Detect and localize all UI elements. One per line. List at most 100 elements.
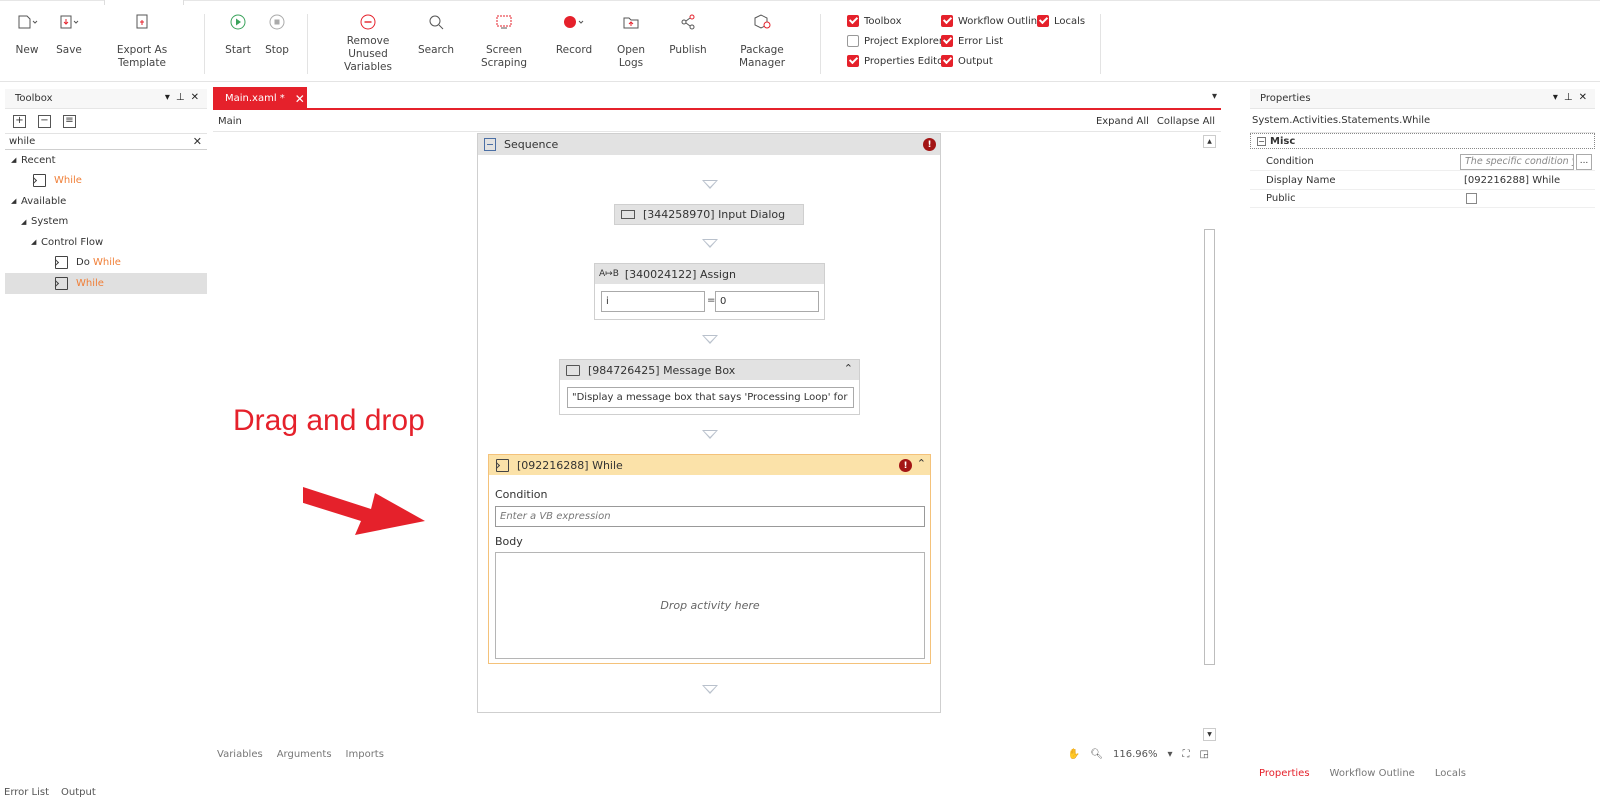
properties-editor-checkbox[interactable]: Properties Editor — [847, 54, 947, 68]
tree-node-available[interactable]: ◢ Available — [5, 191, 207, 212]
drop-zone-arrow-icon[interactable] — [702, 430, 718, 439]
tab-workflow-outline[interactable]: Workflow Outline — [1326, 766, 1419, 781]
error-icon[interactable]: ! — [899, 459, 912, 472]
assign-value-field[interactable]: 0 — [715, 291, 819, 312]
save-button[interactable]: Save — [54, 10, 84, 74]
close-tab-icon[interactable]: ✕ — [295, 92, 305, 106]
tree-node-recent[interactable]: ◢ Recent — [5, 150, 207, 171]
clear-search-icon[interactable]: ✕ — [193, 135, 202, 148]
message-box-activity[interactable]: [984726425] Message Box ⌃ "Display a mes… — [559, 359, 860, 415]
condition-input[interactable]: Enter a VB expression — [495, 506, 925, 527]
ribbon-separator — [307, 14, 308, 74]
dropdown-icon[interactable]: ▾ — [1553, 92, 1558, 103]
list-view-icon[interactable]: ≡ — [63, 114, 76, 128]
message-box-icon — [566, 364, 580, 376]
scroll-down-icon[interactable]: ▼ — [1203, 728, 1216, 741]
assign-to-field[interactable]: i — [601, 291, 705, 312]
zoom-dropdown-icon[interactable]: ▾ — [1168, 749, 1173, 760]
properties-panel: Properties ▾ ⊥ ✕ System.Activities.State… — [1250, 89, 1595, 765]
search-button[interactable]: Search — [418, 10, 454, 74]
expand-all-icon[interactable]: + — [13, 114, 26, 128]
breadcrumb-main[interactable]: Main — [218, 116, 242, 127]
assign-activity[interactable]: A↦B [340024122] Assign i = 0 — [594, 263, 825, 320]
sequence-activity[interactable]: Sequence ! [344258970] Input Dialog A↦B … — [477, 133, 941, 713]
properties-category[interactable]: − Misc — [1250, 133, 1595, 149]
drop-zone-arrow-icon[interactable] — [702, 335, 718, 344]
expression-editor-button[interactable]: ... — [1576, 154, 1592, 170]
locals-checkbox[interactable]: Locals — [1037, 14, 1085, 28]
while-activity-icon — [496, 458, 509, 472]
tab-overflow-icon[interactable]: ▾ — [1212, 91, 1217, 102]
publish-button[interactable]: Publish — [669, 10, 707, 74]
drop-zone-arrow-icon[interactable] — [702, 180, 718, 189]
display-name-value[interactable]: [092216288] While — [1464, 175, 1560, 186]
message-text-field[interactable]: "Display a message box that says 'Proces… — [567, 387, 854, 408]
collapse-chevron-icon[interactable]: ⌃ — [917, 457, 926, 470]
property-row-public[interactable]: Public — [1250, 190, 1595, 208]
zoom-level[interactable]: 116.96% — [1113, 749, 1158, 760]
fit-to-screen-icon[interactable]: ⛶ — [1183, 749, 1190, 760]
tab-error-list[interactable]: Error List — [4, 787, 49, 798]
close-icon[interactable]: ✕ — [1579, 92, 1587, 103]
project-explorer-checkbox[interactable]: Project Explorer — [847, 34, 943, 48]
tab-main-xaml[interactable]: Main.xaml * ✕ — [213, 87, 307, 110]
close-icon[interactable]: ✕ — [191, 92, 199, 103]
designer-scrollbar[interactable]: ▲ ▼ — [1203, 133, 1217, 743]
remove-unused-variables-button[interactable]: Remove Unused Variables — [328, 10, 408, 74]
export-template-icon — [134, 10, 150, 34]
output-checkbox[interactable]: Output — [941, 54, 993, 68]
tree-item-recent-while[interactable]: While — [5, 171, 207, 192]
tab-label: Main.xaml * — [225, 93, 285, 104]
input-dialog-activity[interactable]: [344258970] Input Dialog — [614, 204, 804, 225]
expand-all-link[interactable]: Expand All — [1096, 116, 1149, 127]
drop-zone-arrow-icon[interactable] — [702, 239, 718, 248]
open-logs-button[interactable]: Open Logs — [605, 10, 657, 74]
record-button[interactable]: Record — [555, 10, 593, 74]
save-icon — [57, 10, 81, 34]
while-activity[interactable]: [092216288] While ! ⌃ Condition Enter a … — [488, 454, 931, 664]
tab-imports[interactable]: Imports — [346, 749, 384, 760]
collapse-all-icon[interactable]: − — [38, 114, 51, 128]
start-button[interactable]: Start — [223, 10, 253, 74]
tab-properties[interactable]: Properties — [1255, 766, 1314, 781]
new-button[interactable]: New — [12, 10, 42, 74]
screen-scraping-button[interactable]: Screen Scraping — [466, 10, 542, 74]
toolbox-checkbox[interactable]: Toolbox — [847, 14, 902, 28]
public-checkbox[interactable] — [1466, 193, 1477, 204]
scroll-up-icon[interactable]: ▲ — [1203, 135, 1216, 148]
tab-output[interactable]: Output — [61, 787, 96, 798]
tree-node-system[interactable]: ◢ System — [5, 212, 207, 233]
tree-node-control-flow[interactable]: ◢ Control Flow — [5, 232, 207, 253]
checkbox-checked-icon — [847, 15, 859, 27]
pin-icon[interactable]: ⊥ — [176, 92, 185, 103]
package-manager-button[interactable]: Package Manager — [719, 10, 805, 74]
tab-arguments[interactable]: Arguments — [277, 749, 332, 760]
property-row-display-name[interactable]: Display Name [092216288] While — [1250, 172, 1595, 190]
share-icon — [679, 10, 697, 34]
workflow-outline-checkbox[interactable]: Workflow Outline — [941, 14, 1043, 28]
error-list-checkbox[interactable]: Error List — [941, 34, 1003, 48]
collapse-chevron-icon[interactable]: ⌃ — [844, 362, 853, 375]
tree-item-while[interactable]: While — [5, 273, 207, 294]
overview-icon[interactable]: ◲ — [1200, 749, 1209, 760]
collapse-all-link[interactable]: Collapse All — [1157, 116, 1215, 127]
pin-icon[interactable]: ⊥ — [1564, 92, 1573, 103]
body-drop-area[interactable]: Drop activity here — [495, 552, 925, 659]
toolbox-search-input[interactable]: while — [9, 136, 35, 147]
ribbon-tab[interactable] — [104, 0, 184, 5]
tab-variables[interactable]: Variables — [217, 749, 263, 760]
drop-zone-arrow-icon[interactable] — [702, 685, 718, 694]
dropdown-icon[interactable]: ▾ — [165, 92, 170, 103]
package-manager-label: Package Manager — [738, 44, 786, 69]
scrollbar-thumb[interactable] — [1204, 229, 1215, 665]
error-icon[interactable]: ! — [923, 138, 936, 151]
export-template-button[interactable]: Export As Template — [97, 10, 187, 74]
hand-pan-icon[interactable]: ✋ — [1068, 749, 1080, 760]
zoom-icon[interactable]: 🔍︎ — [1090, 749, 1103, 760]
tab-locals[interactable]: Locals — [1431, 766, 1470, 781]
condition-property-input[interactable]: The specific condition yo — [1460, 154, 1574, 170]
condition-label: Condition — [495, 488, 548, 501]
property-row-condition[interactable]: Condition The specific condition yo ... — [1250, 153, 1595, 171]
stop-button[interactable]: Stop — [262, 10, 292, 74]
tree-item-do-while[interactable]: Do While — [5, 253, 207, 274]
